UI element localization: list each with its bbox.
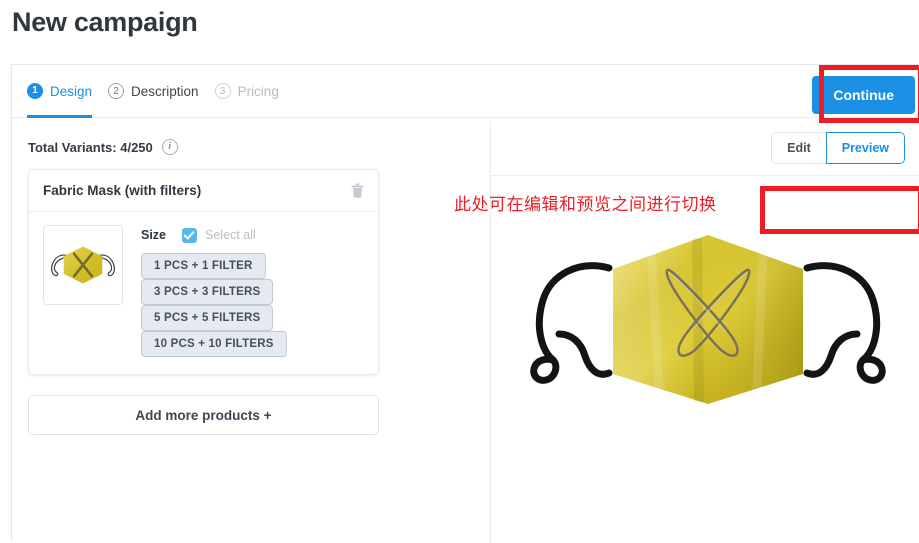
products-column: Fabric Mask (with filters) Size Select a… xyxy=(28,169,379,435)
edit-preview-toggle: Edit Preview xyxy=(771,132,905,164)
product-card: Fabric Mask (with filters) Size Select a… xyxy=(28,169,379,375)
product-thumbnail[interactable] xyxy=(43,225,123,305)
select-all-label[interactable]: Select all xyxy=(205,228,256,242)
tab-design-label: Design xyxy=(50,83,93,99)
preview-column: Edit Preview xyxy=(490,121,919,543)
tab-description-number: 2 xyxy=(108,83,125,99)
trash-icon[interactable] xyxy=(351,183,364,198)
tab-pricing-number: 3 xyxy=(214,83,231,99)
preview-mode-button[interactable]: Preview xyxy=(825,132,905,164)
product-card-body: Size Select all 1 PCS + 1 FILTER 3 PCS +… xyxy=(29,212,378,374)
tab-pricing[interactable]: 3 Pricing xyxy=(214,65,279,117)
size-options: Size Select all 1 PCS + 1 FILTER 3 PCS +… xyxy=(141,225,364,357)
tab-pricing-label: Pricing xyxy=(237,83,279,99)
product-card-header: Fabric Mask (with filters) xyxy=(29,170,378,212)
variant-chip[interactable]: 10 PCS + 10 FILTERS xyxy=(141,331,287,357)
variant-chip[interactable]: 1 PCS + 1 FILTER xyxy=(141,253,266,279)
add-more-products-button[interactable]: Add more products + xyxy=(28,395,379,435)
variant-chip-list: 1 PCS + 1 FILTER 3 PCS + 3 FILTERS 5 PCS… xyxy=(141,253,364,357)
tab-design[interactable]: 1 Design xyxy=(27,65,93,118)
total-variants: Total Variants: 4/250 i xyxy=(28,139,178,155)
mask-thumbnail-image xyxy=(51,246,115,284)
variant-chip[interactable]: 3 PCS + 3 FILTERS xyxy=(141,279,274,305)
total-variants-label: Total Variants: 4/250 xyxy=(28,139,153,155)
info-icon[interactable]: i xyxy=(161,139,178,155)
tab-design-number: 1 xyxy=(27,83,43,99)
mask-preview-image xyxy=(530,235,886,404)
stepper-tabs: 1 Design 2 Description 3 Pricing xyxy=(12,65,918,118)
tab-description-label: Description xyxy=(131,83,199,99)
continue-button[interactable]: Continue xyxy=(812,76,915,114)
product-title: Fabric Mask (with filters) xyxy=(43,183,202,198)
page-title: New campaign xyxy=(12,7,198,37)
variant-chip[interactable]: 5 PCS + 5 FILTERS xyxy=(141,305,274,331)
select-all-checkbox[interactable] xyxy=(182,227,198,243)
edit-mode-button[interactable]: Edit xyxy=(771,132,826,164)
tab-description[interactable]: 2 Description xyxy=(108,65,199,117)
campaign-panel: 1 Design 2 Description 3 Pricing Continu… xyxy=(11,64,919,543)
preview-stage[interactable] xyxy=(491,176,919,543)
preview-toolbar: Edit Preview xyxy=(491,121,919,176)
size-label: Size xyxy=(141,228,167,242)
size-options-header: Size Select all xyxy=(141,225,364,245)
